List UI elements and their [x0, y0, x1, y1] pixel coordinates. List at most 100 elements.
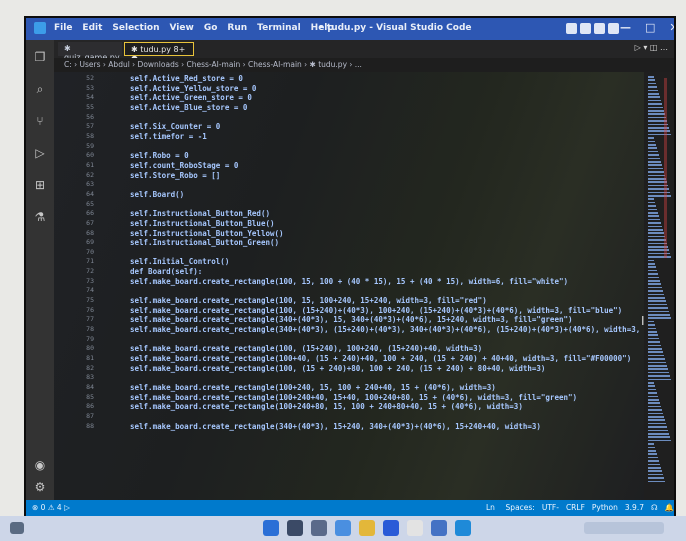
line-number: 72 [86, 267, 94, 276]
minimap-line [648, 154, 659, 156]
toggle-sidebar-icon[interactable] [566, 23, 577, 34]
minimap-line [648, 89, 658, 92]
indentation[interactable]: Spaces: 4 [506, 500, 535, 516]
minimap-line [648, 405, 661, 408]
explorer-icon[interactable]: ❐ [33, 50, 47, 64]
minimap-line [648, 198, 654, 200]
minimap-line [648, 86, 657, 88]
code-line: self.Active_Red_store = 0 [130, 74, 243, 83]
minimap-line [648, 103, 662, 105]
line-number: 70 [86, 247, 94, 256]
menu-file[interactable]: File [54, 23, 72, 33]
minimap-line [648, 133, 671, 136]
search-taskbar-icon[interactable] [287, 520, 303, 536]
title-bar: File Edit Selection View Go Run Terminal… [26, 18, 674, 40]
menu-run[interactable]: Run [227, 23, 247, 33]
toggle-panel-icon[interactable] [580, 23, 591, 34]
minimap-line [648, 351, 663, 353]
minimap-line [648, 354, 664, 357]
code-line: self.timefor = -1 [130, 131, 207, 141]
line-number: 83 [86, 373, 94, 382]
minimap-line [648, 150, 658, 153]
window-title: • tudu.py - Visual Studio Code [318, 23, 472, 33]
minimap-line [648, 225, 662, 228]
minimap-line [648, 283, 661, 285]
code-line: self.make_board.create_rectangle(340+(40… [130, 325, 674, 335]
menu-edit[interactable]: Edit [82, 23, 102, 33]
minimap-line [648, 218, 660, 221]
close-button[interactable]: ✕ [669, 21, 674, 34]
minimap-line [648, 422, 666, 425]
line-number: 82 [86, 363, 94, 372]
minimap-line [648, 331, 657, 333]
encoding[interactable]: UTF-8 [542, 500, 559, 516]
feedback-icon[interactable]: ☊ [651, 500, 658, 516]
minimap-line [648, 310, 669, 313]
editor-actions[interactable]: ▷ ▾ ◫ … [635, 43, 668, 52]
minimap-line [648, 79, 655, 81]
code-line: self.Active_Green_store = 0 [130, 93, 252, 103]
code-line: self.Six_Counter = 0 [130, 122, 221, 132]
toggle-secondary-sidebar-icon[interactable] [594, 23, 605, 34]
minimap-line [648, 314, 670, 316]
testing-icon[interactable]: ⚗ [33, 210, 47, 224]
maximize-button[interactable]: □ [645, 21, 655, 34]
line-number: 73 [86, 276, 94, 285]
code-line: self.Board() [130, 189, 185, 199]
code-editor[interactable]: 52 53 54 55 56 57 58 59 60 61 62 63 64 65 66 67 68 69 70 71… [54, 72, 674, 500]
minimap-line [648, 76, 654, 78]
line-number: 81 [86, 354, 94, 363]
cursor-position[interactable]: Ln 1, Col 1 [486, 500, 499, 516]
menu-terminal[interactable]: Terminal [257, 23, 301, 33]
code-line: self.make_board.create_rectangle(100+240… [130, 392, 578, 402]
mail-icon[interactable] [431, 520, 447, 536]
code-line: self.Active_Yellow_store = 0 [130, 83, 257, 93]
extensions-icon[interactable]: ⊞ [33, 178, 47, 192]
minimap-line [648, 93, 659, 95]
source-control-icon[interactable]: ⑂ [33, 114, 47, 128]
minimap-line [648, 382, 654, 384]
language-mode[interactable]: Python [592, 500, 618, 516]
minimap-line [648, 429, 668, 432]
system-tray[interactable] [584, 522, 664, 534]
minimap[interactable] [644, 72, 674, 500]
python-interpreter[interactable]: 3.9.7 64-bit [625, 500, 644, 516]
minimap-line [648, 467, 661, 469]
minimize-button[interactable]: — [620, 21, 631, 34]
menu-go[interactable]: Go [204, 23, 218, 33]
file-explorer-icon[interactable] [359, 520, 375, 536]
start-icon[interactable] [263, 520, 279, 536]
line-number: 57 [86, 122, 94, 131]
customize-layout-icon[interactable] [608, 23, 619, 34]
settings-gear-icon[interactable]: ⚙ [33, 480, 47, 494]
minimap-line [648, 337, 659, 340]
line-number: 75 [86, 296, 94, 305]
chrome-icon[interactable] [407, 520, 423, 536]
tab-quiz-game[interactable]: ✱ quiz_game.py [58, 42, 122, 62]
breadcrumb[interactable]: C: › Users › Abdul › Downloads › Chess-A… [54, 58, 674, 72]
edge-browser-icon[interactable] [335, 520, 351, 536]
task-view-icon[interactable] [311, 520, 327, 536]
widgets-icon[interactable] [10, 522, 24, 534]
store-icon[interactable] [383, 520, 399, 536]
minimap-line [648, 361, 666, 364]
tab-tudu[interactable]: ✱ tudu.py 8+ ● [124, 42, 194, 63]
menu-view[interactable]: View [170, 23, 194, 33]
minimap-line [648, 137, 654, 139]
line-ending[interactable]: CRLF [566, 500, 585, 516]
minimap-line [648, 286, 662, 289]
minimap-line [648, 436, 670, 438]
run-debug-icon[interactable]: ▷ [33, 146, 47, 160]
search-icon[interactable]: ⌕ [33, 82, 47, 96]
minimap-line [648, 263, 655, 265]
menu-selection[interactable]: Selection [112, 23, 159, 33]
vscode-taskbar-icon[interactable] [455, 520, 471, 536]
problems-indicator[interactable]: ⊗ 0 ⚠ 4 ▷ [32, 500, 70, 516]
minimap-line [648, 439, 671, 442]
notifications-bell-icon[interactable]: 🔔 [665, 500, 674, 516]
account-icon[interactable]: ◉ [33, 458, 47, 472]
code-line: self.make_board.create_rectangle(100, 15… [130, 276, 568, 286]
